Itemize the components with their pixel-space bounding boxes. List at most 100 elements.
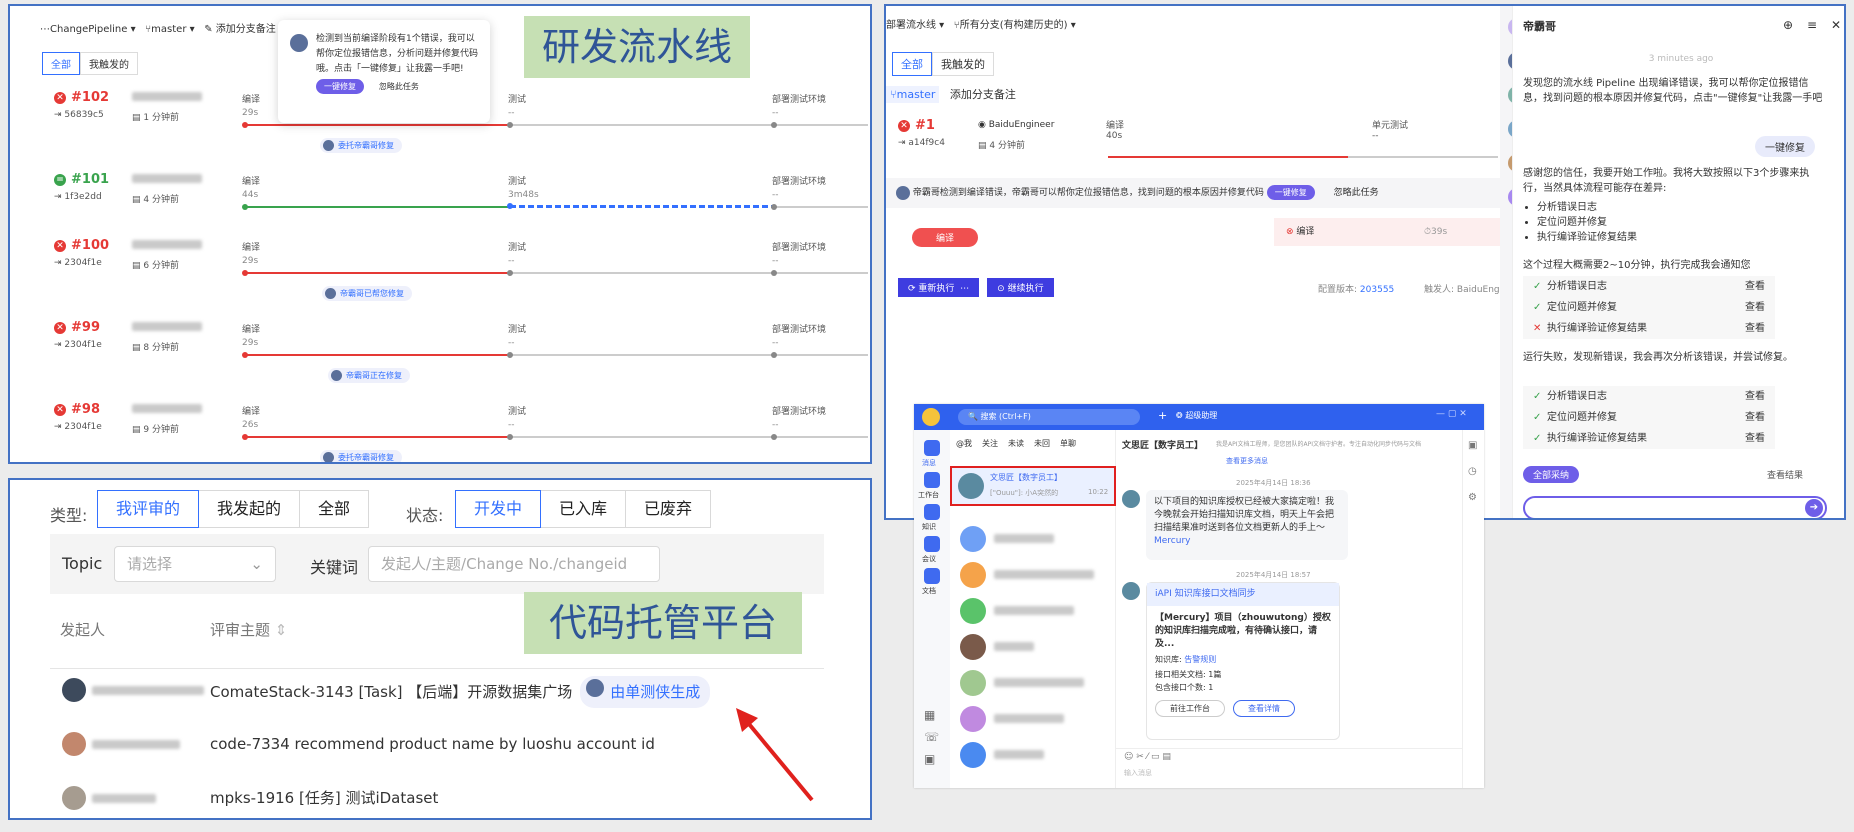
avatar[interactable] (960, 526, 986, 552)
assistant-link[interactable]: ❂ 超级助理 (1176, 410, 1217, 421)
filter-unread[interactable]: 未读 (1008, 438, 1024, 449)
run-id[interactable]: ✕ #100 (54, 238, 109, 253)
review-subject[interactable]: code-7334 recommend product name by luos… (210, 730, 655, 758)
agent-fix-pill[interactable]: 委托帝霸哥修复 (320, 450, 402, 462)
avatar[interactable] (960, 598, 986, 624)
pipeline-selector[interactable]: 部署流水线 ▾ (886, 20, 944, 31)
ignore-task-link[interactable]: 忽略此任务 (1334, 188, 1379, 198)
type-all[interactable]: 全部 (299, 490, 370, 528)
type-reviewed-by-me[interactable]: 我评审的 (97, 490, 200, 528)
agent-fix-pill[interactable]: 帝霸哥正在修复 (328, 368, 410, 383)
stage-compile[interactable]: 编译 40s (1106, 118, 1124, 141)
view-link[interactable]: 查看 (1745, 428, 1765, 449)
close-icon[interactable]: ✕ (1831, 18, 1841, 32)
bookmark-icon[interactable]: ▣ (924, 752, 935, 766)
stage-label[interactable]: 编译 26s (242, 404, 260, 430)
filter-direct[interactable]: 单聊 (1060, 438, 1076, 449)
stage-label[interactable]: 部署测试环境 -- (772, 404, 826, 430)
tab-mine[interactable]: 我触发的 (932, 52, 994, 76)
agent-fix-pill[interactable]: 委托帝霸哥修复 (320, 138, 402, 153)
view-link[interactable]: 查看 (1745, 318, 1765, 339)
profile-icon[interactable]: ▣ (1468, 440, 1477, 451)
stage-unit-test[interactable]: 单元测试 -- (1372, 118, 1408, 141)
add-note-link[interactable]: 添加分支备注 (950, 88, 1016, 101)
add-note-link[interactable]: ✎ 添加分支备注 (204, 24, 276, 35)
agent-fix-pill[interactable]: 帝霸哥已帮您修复 (322, 286, 412, 301)
branch-selector[interactable]: ⑂master ▾ (145, 24, 194, 35)
settings-icon[interactable]: ⚙ (1468, 492, 1477, 503)
one-click-fix-button[interactable]: 一键修复 (316, 79, 364, 94)
document-icon[interactable] (924, 568, 940, 584)
pipeline-selector[interactable]: ⋯ChangePipeline ▾ (40, 24, 136, 35)
view-link[interactable]: 查看 (1745, 386, 1765, 407)
stage-label[interactable]: 部署测试环境 -- (772, 240, 826, 266)
history-icon[interactable]: ◷ (1468, 466, 1477, 477)
filter-at-me[interactable]: @我 (956, 438, 972, 449)
status-abandoned[interactable]: 已废弃 (625, 490, 712, 528)
user-avatar[interactable] (922, 408, 940, 426)
message-icon[interactable] (924, 440, 940, 456)
avatar[interactable] (960, 742, 986, 768)
compile-status-card[interactable]: ⊗ 编译 ⏱39s (1274, 218, 1500, 246)
stage-label[interactable]: 编译 29s (242, 240, 260, 266)
stage-label[interactable]: 编译 29s (242, 92, 260, 118)
run-commit[interactable]: ⇥ 2304f1e (54, 258, 102, 268)
view-link[interactable]: 查看 (1745, 276, 1765, 297)
branch-filter[interactable]: ⑂所有分支(有构建历史的) ▾ (954, 20, 1076, 31)
filter-follow[interactable]: 关注 (982, 438, 998, 449)
emoji-icon[interactable]: ☺ ✂ ⁄ ▭ ▤ (1124, 752, 1171, 762)
pipeline-run-row[interactable]: ✕ #100 ⇥ 2304f1e ▤ 6 分钟前 编译 29s 测试 -- 部署测试环境 -- 帝霸… (50, 238, 870, 301)
run-commit[interactable]: ⇥ 2304f1e (54, 422, 102, 432)
type-initiated-by-me[interactable]: 我发起的 (198, 490, 301, 528)
run-commit[interactable]: ⇥ 2304f1e (54, 340, 102, 350)
stage-label[interactable]: 测试 -- (508, 92, 526, 118)
tab-all[interactable]: 全部 (42, 52, 80, 75)
continue-button[interactable]: ⊙ 继续执行 (987, 278, 1054, 297)
avatar[interactable] (960, 670, 986, 696)
view-result-link[interactable]: 查看结果 (1767, 468, 1803, 481)
run-id[interactable]: = #101 (54, 172, 109, 187)
list-icon[interactable]: ≡ (1807, 18, 1817, 32)
status-developing[interactable]: 开发中 (455, 490, 542, 528)
knowledge-icon[interactable] (924, 504, 940, 520)
adopt-all-button[interactable]: 全部采纳 (1523, 466, 1580, 483)
stage-label[interactable]: 测试 -- (508, 404, 526, 430)
run-commit[interactable]: ⇥ 56839c5 (54, 110, 104, 120)
window-controls[interactable]: — ▢ ✕ (1436, 409, 1467, 419)
rerun-button[interactable]: ⟳ 重新执行 ⋯ (898, 278, 980, 297)
run-id[interactable]: ✕ #99 (54, 320, 100, 335)
run-commit[interactable]: ⇥ a14f9c4 (898, 138, 945, 148)
stage-label[interactable]: 测试 3m48s (508, 174, 539, 200)
avatar[interactable] (960, 562, 986, 588)
stage-label[interactable]: 编译 44s (242, 174, 260, 200)
compile-chip[interactable]: 编译 (912, 228, 979, 247)
pipeline-run-row[interactable]: ✕ #98 ⇥ 2304f1e ▤ 9 分钟前 编译 26s 测试 -- 部署测试环境 -- 委托帝… (50, 402, 870, 462)
view-more-link[interactable]: 查看更多消息 (1226, 456, 1268, 466)
stage-label[interactable]: 测试 -- (508, 240, 526, 266)
keyword-input[interactable]: 发起人/主题/Change No./changeid (368, 546, 660, 582)
tab-all[interactable]: 全部 (892, 52, 932, 76)
table-row[interactable]: mpks-1916 [任务] 测试iDataset (50, 784, 824, 818)
workbench-icon[interactable] (924, 472, 940, 488)
col-subject[interactable]: 评审主题 ⇕ (210, 610, 287, 650)
status-merged[interactable]: 已入库 (540, 490, 627, 528)
run-id[interactable]: ✕ #102 (54, 90, 109, 105)
tab-mine[interactable]: 我触发的 (80, 52, 138, 75)
run-id[interactable]: ✕ #98 (54, 402, 100, 417)
phone-icon[interactable]: ☏ (924, 730, 939, 744)
table-row[interactable]: ComateStack-3143 [Task] 【后端】开源数据集广场 由单测侠生… (50, 676, 824, 716)
run-commit[interactable]: ⇥ 1f3e2dd (54, 192, 102, 202)
stage-label[interactable]: 编译 29s (242, 322, 260, 348)
table-row[interactable]: code-7334 recommend product name by luos… (50, 730, 824, 770)
ignore-task-link[interactable]: 忽略此任务 (379, 82, 419, 91)
selected-contact[interactable]: 文思匠【数字员工】 ["Ouuu"]: 小A突然的 10:22 (950, 466, 1116, 506)
calendar-icon[interactable]: ▦ (924, 708, 935, 722)
branch-tag[interactable]: ⑂master (886, 86, 940, 103)
message-input[interactable]: 输入消息 (1124, 768, 1152, 778)
pipeline-run-row[interactable]: ✕ #99 ⇥ 2304f1e ▤ 8 分钟前 编译 29s 测试 -- 部署测试环境 -- 帝霸哥… (50, 320, 870, 383)
add-icon[interactable]: ⊕ (1783, 18, 1793, 32)
send-icon[interactable]: ➔ (1805, 499, 1823, 517)
stage-label[interactable]: 部署测试环境 -- (772, 92, 826, 118)
search-input[interactable]: 🔍 搜索 (Ctrl+F) (958, 409, 1140, 425)
view-details-button[interactable]: 查看详情 (1233, 700, 1295, 717)
